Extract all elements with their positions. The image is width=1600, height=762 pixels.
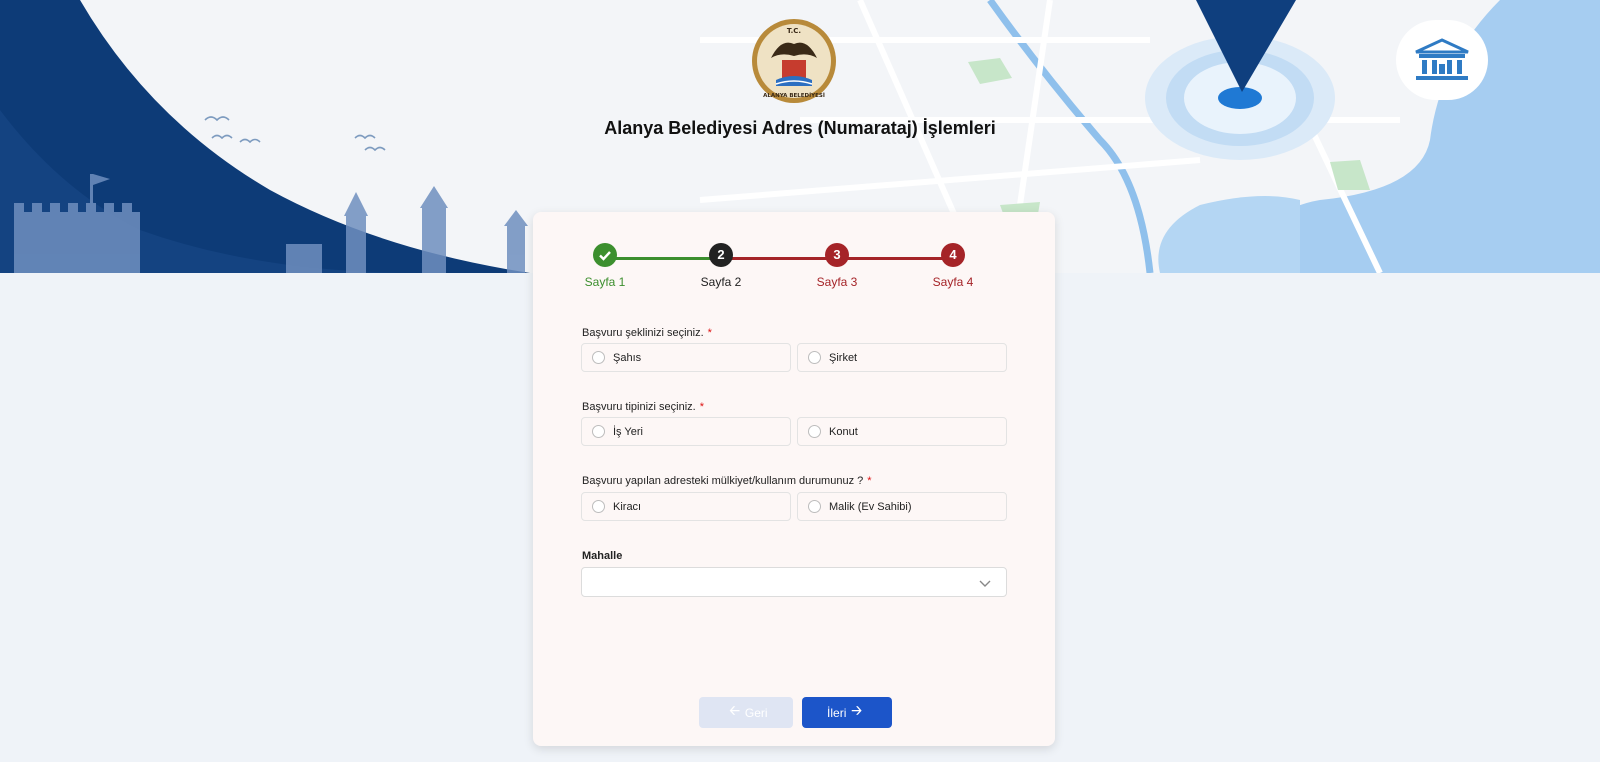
- museum-button[interactable]: [1396, 20, 1488, 100]
- arrow-right-icon: 🡢: [851, 702, 862, 718]
- step-1-dot: [593, 243, 617, 267]
- radio-malik[interactable]: [808, 500, 821, 513]
- option-sirket[interactable]: Şirket: [797, 343, 1007, 372]
- form-card: Sayfa 1 2 Sayfa 2 3 Sayfa 3 4 Sayfa 4 Ba…: [533, 212, 1055, 746]
- arrow-left-icon: 🡠: [729, 702, 740, 718]
- step-2-dot: 2: [709, 243, 733, 267]
- municipality-logo: T.C. ALANYA BELEDİYESİ: [751, 18, 837, 104]
- mulkiyet-label: Başvuru yapılan adresteki mülkiyet/kulla…: [582, 475, 872, 487]
- next-button[interactable]: İleri 🡢: [802, 697, 892, 728]
- basvuru-sekli-label: Başvuru şeklinizi seçiniz. *: [582, 327, 712, 339]
- step-3-dot: 3: [825, 243, 849, 267]
- logo-text-top: T.C.: [787, 27, 801, 35]
- step-3-label: Sayfa 3: [816, 275, 858, 289]
- option-kiraci[interactable]: Kiracı: [581, 492, 791, 521]
- basvuru-tipi-label: Başvuru tipinizi seçiniz. *: [582, 401, 704, 413]
- mahalle-label: Mahalle: [582, 550, 623, 562]
- next-button-label: İleri: [827, 705, 847, 720]
- required-mark: *: [707, 327, 712, 339]
- step-4-label: Sayfa 4: [932, 275, 974, 289]
- back-button-label: Geri: [744, 705, 768, 720]
- step-2-label: Sayfa 2: [700, 275, 742, 289]
- radio-konut[interactable]: [808, 425, 821, 438]
- government-building-icon: [1415, 38, 1469, 80]
- step-1-label: Sayfa 1: [584, 275, 626, 289]
- step-4-dot: 4: [941, 243, 965, 267]
- logo-text-bottom: ALANYA BELEDİYESİ: [763, 92, 825, 99]
- chevron-down-icon: [979, 580, 991, 587]
- option-is-yeri-label: İş Yeri: [613, 425, 643, 438]
- radio-sirket[interactable]: [808, 351, 821, 364]
- step-1: Sayfa 1: [560, 243, 650, 289]
- radio-kiraci[interactable]: [592, 500, 605, 513]
- option-sahis[interactable]: Şahıs: [581, 343, 791, 372]
- stepper: Sayfa 1 2 Sayfa 2 3 Sayfa 3 4 Sayfa 4: [585, 243, 973, 293]
- basvuru-sekli-label-text: Başvuru şeklinizi seçiniz.: [582, 327, 704, 339]
- page-title: Alanya Belediyesi Adres (Numarataj) İşle…: [604, 118, 996, 138]
- back-button[interactable]: 🡠 Geri: [699, 697, 793, 728]
- mahalle-select[interactable]: [581, 567, 1007, 597]
- check-icon: [599, 251, 611, 261]
- step-2: 2 Sayfa 2: [676, 243, 766, 289]
- radio-sahis[interactable]: [592, 351, 605, 364]
- step-3: 3 Sayfa 3: [792, 243, 882, 289]
- required-mark: *: [699, 401, 704, 413]
- mulkiyet-label-text: Başvuru yapılan adresteki mülkiyet/kulla…: [582, 475, 864, 487]
- basvuru-tipi-label-text: Başvuru tipinizi seçiniz.: [582, 401, 696, 413]
- required-mark: *: [867, 475, 872, 487]
- option-konut[interactable]: Konut: [797, 417, 1007, 446]
- municipality-seal-icon: T.C. ALANYA BELEDİYESİ: [752, 19, 836, 103]
- option-malik[interactable]: Malik (Ev Sahibi): [797, 492, 1007, 521]
- radio-is-yeri[interactable]: [592, 425, 605, 438]
- option-is-yeri[interactable]: İş Yeri: [581, 417, 791, 446]
- option-kiraci-label: Kiracı: [613, 500, 642, 513]
- option-malik-label: Malik (Ev Sahibi): [829, 500, 912, 513]
- option-sirket-label: Şirket: [829, 351, 858, 364]
- option-konut-label: Konut: [829, 425, 858, 438]
- option-sahis-label: Şahıs: [613, 351, 642, 364]
- step-4: 4 Sayfa 4: [908, 243, 998, 289]
